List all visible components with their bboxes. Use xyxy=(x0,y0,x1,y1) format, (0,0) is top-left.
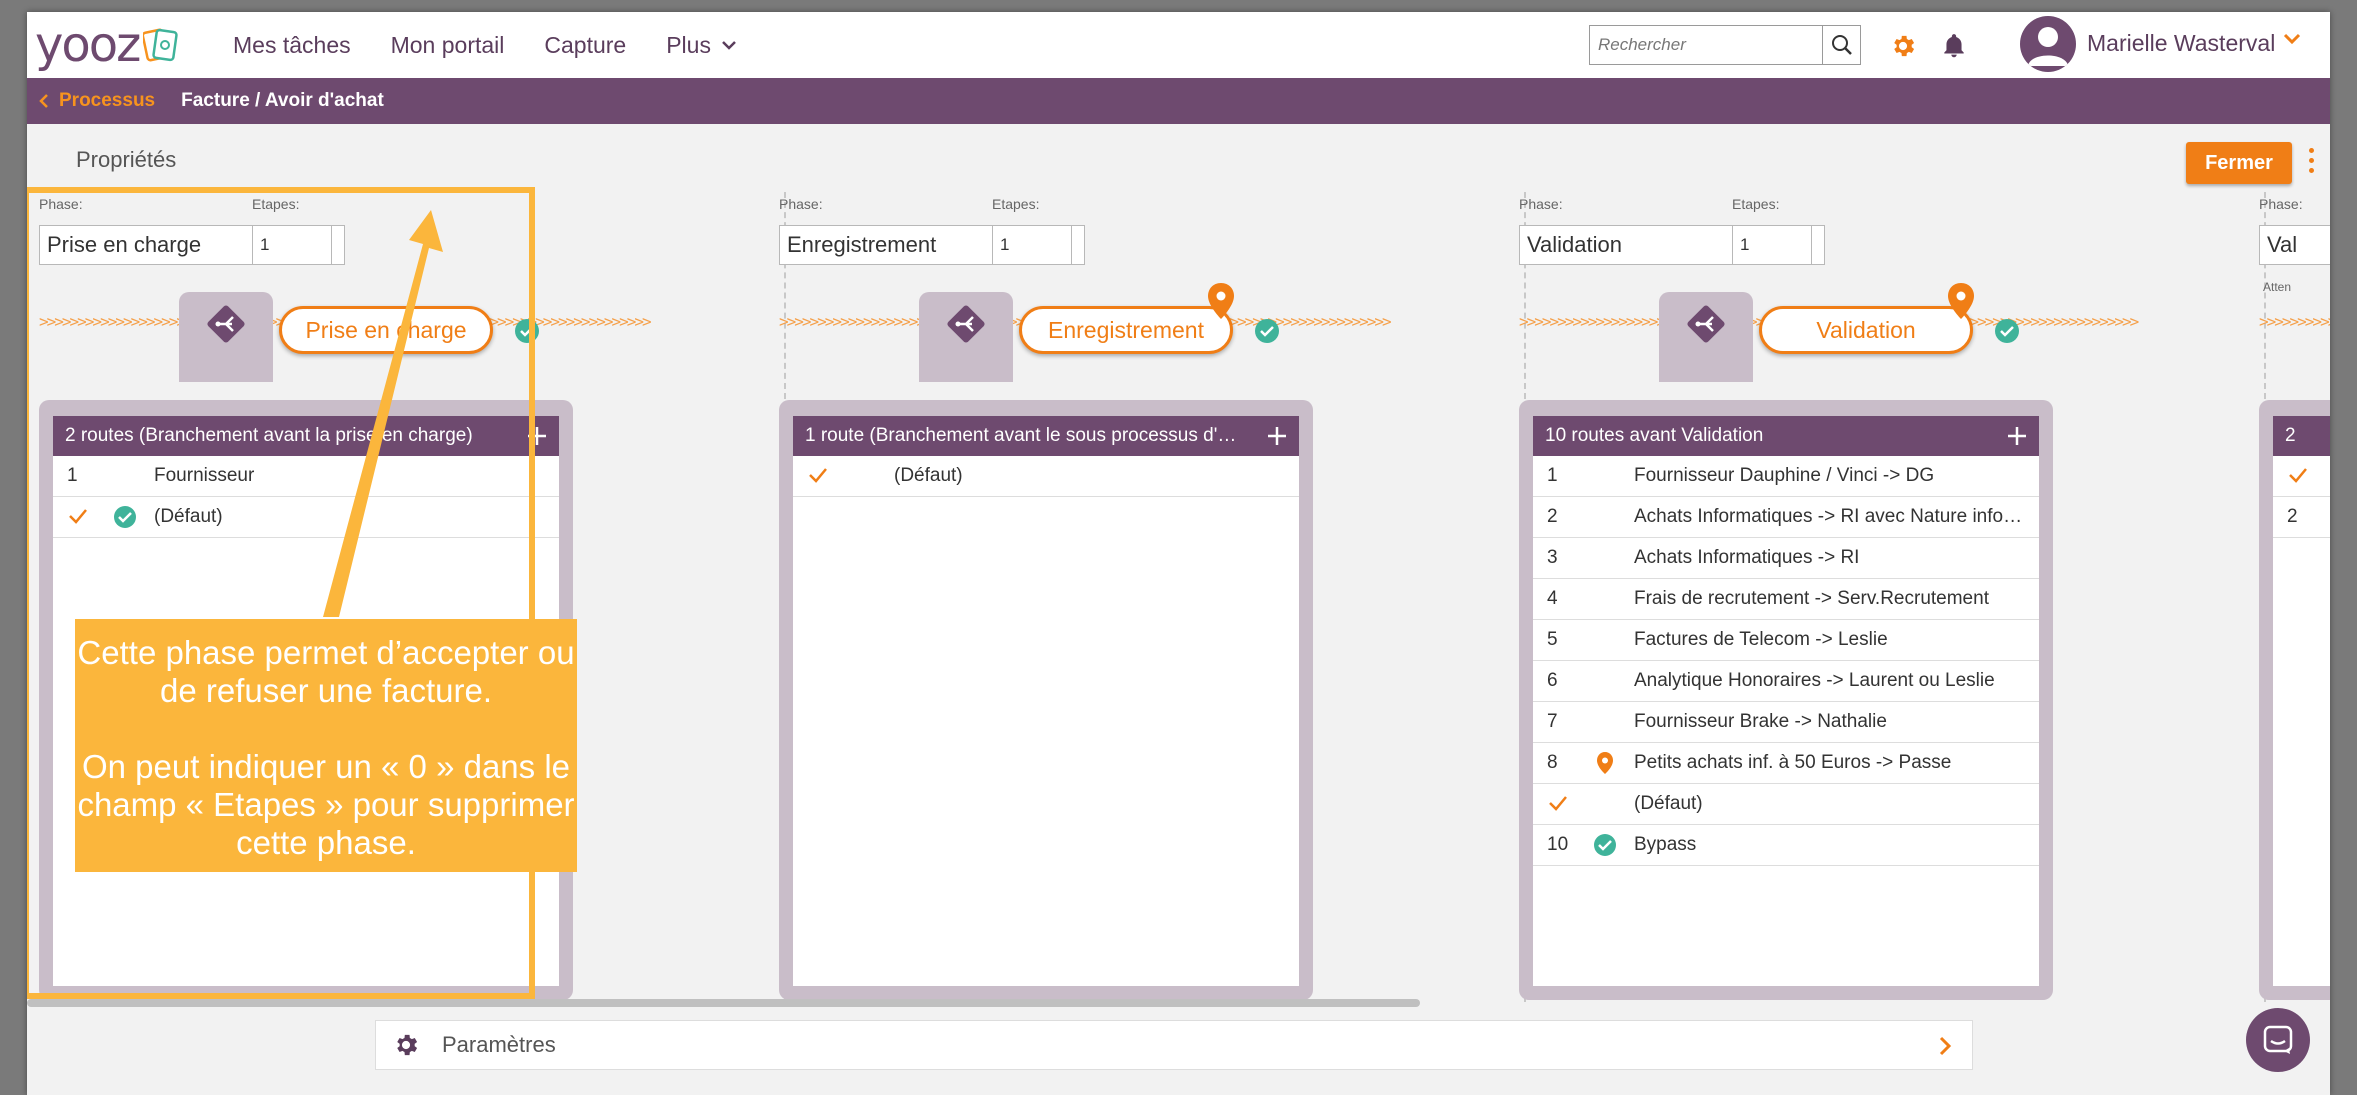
routes-panel: 2 2 xyxy=(2259,400,2330,1000)
chevron-right-icon xyxy=(1939,1036,1952,1056)
default-check-icon xyxy=(809,468,827,483)
routes-header: 1 route (Branchement avant le sous proce… xyxy=(793,416,1299,456)
nav-plus-label: Plus xyxy=(666,31,711,58)
nav-mes-taches[interactable]: Mes tâches xyxy=(233,32,351,59)
bell-icon[interactable] xyxy=(1941,32,1967,60)
route-row[interactable]: 6 Analytique Honoraires -> Laurent ou Les… xyxy=(1533,661,2039,702)
branch-tab[interactable] xyxy=(919,292,1013,382)
routes-header: 2 xyxy=(2273,416,2330,456)
parametres-label: Paramètres xyxy=(442,1032,556,1057)
horizontal-scrollbar[interactable] xyxy=(27,999,1420,1007)
nav-capture[interactable]: Capture xyxy=(544,32,626,59)
location-pin-icon xyxy=(1208,283,1234,319)
chat-icon xyxy=(2263,1025,2293,1054)
tab-proprietes[interactable]: Propriétés xyxy=(76,147,176,173)
phase-pill-enregistrement[interactable]: Enregistrement xyxy=(1019,306,1233,354)
route-row[interactable]: 2 Achats Informatiques -> RI avec Nature … xyxy=(1533,497,2039,538)
etapes-input[interactable]: 1 xyxy=(992,225,1072,265)
breadcrumb-back-label: Processus xyxy=(59,90,156,111)
route-row[interactable]: 7 Fournisseur Brake -> Nathalie xyxy=(1533,702,2039,743)
logo-cards-icon xyxy=(143,28,179,62)
add-route-icon[interactable] xyxy=(2005,424,2029,448)
check-circle-icon xyxy=(1995,319,2019,343)
branch-icon xyxy=(1687,305,1725,343)
routes-panel: 1 route (Branchement avant le sous proce… xyxy=(779,400,1313,1000)
phase-name-label: Phase: xyxy=(1519,196,1563,212)
logo-text: yooz xyxy=(35,17,141,73)
nav-mon-portail[interactable]: Mon portail xyxy=(391,32,505,59)
tutorial-text-1: Cette phase permet d’accepter ou de refu… xyxy=(77,634,575,709)
more-options-icon[interactable] xyxy=(2307,148,2315,178)
breadcrumb-back-link[interactable]: Processus xyxy=(39,90,155,112)
branch-icon xyxy=(947,305,985,343)
routes-list: 1 route (Branchement avant le sous proce… xyxy=(793,416,1299,986)
etapes-label: Etapes: xyxy=(1732,196,1780,212)
routes-header: 10 routes avant Validation xyxy=(1533,416,2039,456)
default-check-icon xyxy=(2289,468,2307,483)
route-row[interactable]: 10 Bypass xyxy=(1533,825,2039,866)
search-icon xyxy=(1831,35,1852,55)
phase-pill-validation[interactable]: Validation xyxy=(1759,306,1973,354)
tutorial-highlight xyxy=(27,187,535,999)
main-menu: Mes tâches Mon portail Capture Plus xyxy=(233,12,777,78)
user-name[interactable]: Marielle Wasterval xyxy=(2087,30,2275,57)
phase-partial: Phase: Val Atten >>>>>>>>>> 2 2 xyxy=(2259,192,2330,1012)
tutorial-text-2: On peut indiquer un « 0 » dans le champ … xyxy=(77,748,575,861)
check-circle-icon xyxy=(1594,834,1616,856)
flow-connector: >>>>>>>>>> xyxy=(2259,312,2330,331)
chevron-down-icon xyxy=(722,41,736,50)
phase-name-label: Phase: xyxy=(779,196,823,212)
phase-validation: Phase: Etapes: Validation 1 >>>>>>>>>>>>… xyxy=(1519,192,2259,1012)
breadcrumb-current: Facture / Avoir d'achat xyxy=(181,90,384,111)
top-navigation: yooz Mes tâches Mon portail Capture Plus xyxy=(27,12,2330,78)
gear-icon[interactable] xyxy=(1889,32,1917,60)
route-row[interactable]: 1 Fournisseur Dauphine / Vinci -> DG xyxy=(1533,456,2039,497)
branch-tab[interactable] xyxy=(1659,292,1753,382)
phase-enregistrement: Phase: Etapes: Enregistrement 1 >>>>>>>>… xyxy=(779,192,1519,1012)
route-row[interactable]: (Défaut) xyxy=(1533,784,2039,825)
phase-sub-label: Atten xyxy=(2263,280,2292,294)
phase-name-input[interactable]: Val xyxy=(2259,225,2330,265)
chat-button[interactable] xyxy=(2246,1008,2310,1072)
etapes-label: Etapes: xyxy=(992,196,1040,212)
routes-list: 2 2 xyxy=(2273,416,2330,986)
search-input[interactable] xyxy=(1590,26,1822,64)
route-row[interactable]: 3 Achats Informatiques -> RI xyxy=(1533,538,2039,579)
route-row[interactable] xyxy=(2273,456,2330,497)
chevron-down-icon[interactable] xyxy=(2283,32,2301,46)
route-row[interactable]: 8 Petits achats inf. à 50 Euros -> Passe xyxy=(1533,743,2039,784)
location-pin-icon xyxy=(1948,283,1974,319)
search-box xyxy=(1589,25,1861,65)
routes-list: 10 routes avant Validation 1 Fournisseur … xyxy=(1533,416,2039,986)
yooz-logo[interactable]: yooz xyxy=(35,17,179,73)
routes-panel: 10 routes avant Validation 1 Fournisseur … xyxy=(1519,400,2053,1000)
app-window: yooz Mes tâches Mon portail Capture Plus xyxy=(27,12,2330,1095)
default-check-icon xyxy=(1549,796,1567,811)
route-row[interactable]: 2 xyxy=(2273,497,2330,538)
route-row[interactable]: (Défaut) xyxy=(793,456,1299,497)
user-icon xyxy=(2028,27,2068,66)
search-button[interactable] xyxy=(1822,26,1860,64)
location-pin-icon xyxy=(1597,752,1613,774)
parametres-bar[interactable]: Paramètres xyxy=(375,1020,1973,1070)
etapes-input[interactable]: 1 xyxy=(1732,225,1812,265)
avatar[interactable] xyxy=(2020,16,2076,72)
route-row[interactable]: 5 Factures de Telecom -> Leslie xyxy=(1533,620,2039,661)
nav-plus[interactable]: Plus xyxy=(666,32,737,59)
close-button[interactable]: Fermer xyxy=(2186,142,2292,184)
add-route-icon[interactable] xyxy=(1265,424,1289,448)
route-row[interactable]: 4 Frais de recrutement -> Serv.Recrutemen… xyxy=(1533,579,2039,620)
tutorial-callout: Cette phase permet d’accepter ou de refu… xyxy=(75,619,577,872)
breadcrumb: Processus Facture / Avoir d'achat xyxy=(27,78,2330,124)
check-circle-icon xyxy=(1255,319,1279,343)
phase-name-label: Phase: xyxy=(2259,196,2303,212)
gear-icon xyxy=(397,1034,418,1056)
chevron-left-icon xyxy=(39,94,48,108)
